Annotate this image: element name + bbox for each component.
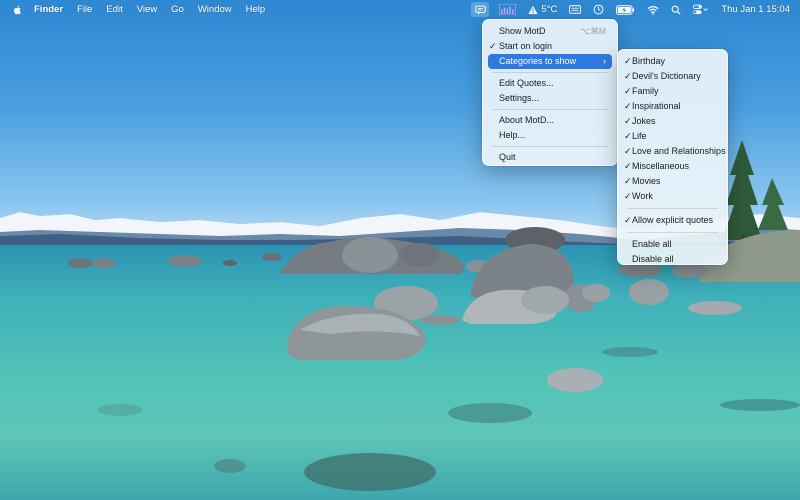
menu-item-enable-all[interactable]: Enable all bbox=[623, 237, 722, 252]
menu-item-disable-all[interactable]: Disable all bbox=[623, 252, 722, 267]
weather-widget[interactable]: 5°C bbox=[528, 4, 557, 15]
search-icon[interactable] bbox=[671, 0, 681, 19]
menu-item-label: Help... bbox=[499, 130, 526, 140]
menu-window[interactable]: Window bbox=[198, 4, 232, 15]
checkmark-icon: ✓ bbox=[624, 86, 632, 96]
category-label: Jokes bbox=[632, 116, 656, 126]
apple-logo-icon[interactable] bbox=[12, 4, 24, 16]
menu-item-settings[interactable]: Settings... bbox=[488, 91, 612, 106]
menu-view[interactable]: View bbox=[137, 4, 157, 15]
menu-item-label: Categories to show bbox=[499, 56, 577, 66]
checkmark-icon: ✓ bbox=[624, 146, 632, 156]
menu-item-label: Settings... bbox=[499, 93, 540, 103]
keyboard-shortcut: ⌥⌘M bbox=[580, 26, 606, 36]
menu-separator bbox=[627, 232, 718, 233]
category-label: Family bbox=[632, 86, 659, 96]
temperature-label: 5°C bbox=[541, 4, 558, 15]
menu-item-about[interactable]: About MotD... bbox=[488, 113, 612, 128]
wifi-icon[interactable] bbox=[647, 0, 659, 19]
checkmark-icon: ✓ bbox=[624, 215, 632, 225]
menu-item-label: Edit Quotes... bbox=[499, 78, 554, 88]
category-label: Life bbox=[632, 131, 647, 141]
status-area: 5°C Thu Jan 1 15:04 bbox=[471, 0, 790, 19]
categories-submenu: ✓ Birthday ✓ Devil's Dictionary ✓ Family… bbox=[617, 49, 728, 265]
category-label: Movies bbox=[632, 176, 661, 186]
chevron-right-icon: › bbox=[603, 56, 606, 66]
menu-item-help[interactable]: Help... bbox=[488, 128, 612, 143]
menu-item-quit[interactable]: Quit bbox=[488, 150, 612, 165]
category-label: Inspirational bbox=[632, 101, 681, 111]
category-item-devils-dictionary[interactable]: ✓ Devil's Dictionary bbox=[623, 69, 722, 84]
category-item-movies[interactable]: ✓ Movies bbox=[623, 174, 722, 189]
category-item-birthday[interactable]: ✓ Birthday bbox=[623, 54, 722, 69]
motd-menu: Show MotD ⌥⌘M ✓ Start on login Categorie… bbox=[482, 19, 618, 166]
menu-finder[interactable]: Finder bbox=[34, 4, 63, 15]
menubar-clock[interactable]: Thu Jan 1 15:04 bbox=[721, 4, 790, 15]
category-item-jokes[interactable]: ✓ Jokes bbox=[623, 114, 722, 129]
category-label: Miscellaneous bbox=[632, 161, 690, 171]
menu-item-label: Disable all bbox=[632, 254, 674, 264]
checkmark-icon: ✓ bbox=[624, 71, 632, 81]
motd-chat-icon[interactable] bbox=[471, 2, 490, 17]
battery-charging-icon[interactable] bbox=[616, 0, 635, 19]
menu-item-label: About MotD... bbox=[499, 115, 555, 125]
menu-item-label: Show MotD bbox=[499, 26, 546, 36]
category-item-love-and-relationships[interactable]: ✓ Love and Relationships bbox=[623, 144, 726, 159]
menu-separator bbox=[627, 208, 718, 209]
checkmark-icon: ✓ bbox=[624, 131, 632, 141]
menu-item-label: Start on login bbox=[499, 41, 553, 51]
menu-item-categories-to-show[interactable]: Categories to show › bbox=[488, 54, 612, 69]
menu-separator bbox=[492, 109, 608, 110]
menu-item-show-motd[interactable]: Show MotD ⌥⌘M bbox=[488, 24, 612, 39]
menu-item-allow-explicit-quotes[interactable]: ✓ Allow explicit quotes bbox=[623, 213, 722, 228]
menu-item-start-on-login[interactable]: ✓ Start on login bbox=[488, 39, 612, 54]
category-label: Work bbox=[632, 191, 653, 201]
menu-separator bbox=[492, 146, 608, 147]
menu-help[interactable]: Help bbox=[246, 4, 266, 15]
checkmark-icon: ✓ bbox=[489, 41, 497, 51]
menu-item-label: Enable all bbox=[632, 239, 672, 249]
menu-item-edit-quotes[interactable]: Edit Quotes... bbox=[488, 76, 612, 91]
checkmark-icon: ✓ bbox=[624, 191, 632, 201]
category-label: Birthday bbox=[632, 56, 666, 66]
purple-bars-icon[interactable] bbox=[499, 0, 517, 19]
category-item-inspirational[interactable]: ✓ Inspirational bbox=[623, 99, 722, 114]
menu-bar: Finder File Edit View Go Window Help 5°C bbox=[0, 0, 800, 19]
control-center-icon[interactable] bbox=[693, 0, 709, 19]
checkmark-icon: ✓ bbox=[624, 161, 632, 171]
category-label: Devil's Dictionary bbox=[632, 71, 701, 81]
menu-edit[interactable]: Edit bbox=[106, 4, 122, 15]
checkmark-icon: ✓ bbox=[624, 176, 632, 186]
category-item-family[interactable]: ✓ Family bbox=[623, 84, 722, 99]
menu-separator bbox=[492, 72, 608, 73]
checkmark-icon: ✓ bbox=[624, 56, 632, 66]
keyboard-icon[interactable] bbox=[569, 0, 582, 19]
category-label: Love and Relationships bbox=[632, 146, 726, 156]
menu-item-label: Quit bbox=[499, 152, 516, 162]
category-item-life[interactable]: ✓ Life bbox=[623, 129, 722, 144]
menu-file[interactable]: File bbox=[77, 4, 92, 15]
clock-history-icon[interactable] bbox=[593, 0, 604, 19]
category-item-miscellaneous[interactable]: ✓ Miscellaneous bbox=[623, 159, 722, 174]
checkmark-icon: ✓ bbox=[624, 101, 632, 111]
category-item-work[interactable]: ✓ Work bbox=[623, 189, 722, 204]
warning-triangle-icon bbox=[528, 5, 538, 14]
checkmark-icon: ✓ bbox=[624, 116, 632, 126]
menu-go[interactable]: Go bbox=[171, 4, 184, 15]
menu-item-label: Allow explicit quotes bbox=[632, 215, 714, 225]
